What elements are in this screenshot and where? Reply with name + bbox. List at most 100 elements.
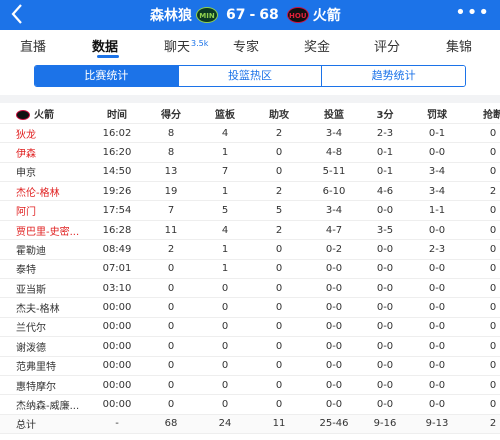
stat-cell: 0 (466, 162, 500, 183)
stat-cell: 0 (252, 336, 306, 357)
stat-cell: 0 (466, 278, 500, 299)
column-header[interactable]: 助攻 (252, 104, 306, 124)
stat-cell: 0-0 (408, 142, 466, 163)
stat-cell: 2 (252, 123, 306, 144)
table-row[interactable]: 杰夫-格林 00:00 0 0 0 0-0 0-0 0-0 0 (0, 297, 500, 318)
stat-cell: 0-0 (408, 336, 466, 357)
tab-data[interactable]: 数据 (92, 36, 118, 55)
total-cell: 9-16 (362, 414, 408, 435)
ellipsis-icon: ••• (455, 2, 490, 23)
column-header[interactable]: 3分 (362, 104, 408, 124)
total-row: 总计 -68 24 11 25-46 9-16 9-13 2 (0, 414, 500, 435)
stat-cell: 0 (466, 123, 500, 144)
table-header-row: 火箭 时间 得分 篮板 助攻 投篮 3分 罚球 抢断 (0, 104, 500, 124)
table-row[interactable]: 杰伦-格林 19:26 19 1 2 6-10 4-6 3-4 2 (0, 181, 500, 202)
total-cell: 11 (252, 414, 306, 435)
player-name[interactable]: 谢泼德 (0, 336, 90, 357)
top-bar: 森林狼 MIN 67 - 68 HOU 火箭 ••• (0, 0, 500, 30)
table-row[interactable]: 兰代尔 00:00 0 0 0 0-0 0-0 0-0 0 (0, 317, 500, 338)
tab-chat[interactable]: 聊天3.5k (164, 36, 208, 55)
player-name[interactable]: 范弗里特 (0, 356, 90, 376)
stat-cell: 0 (144, 375, 198, 396)
tab-live[interactable]: 直播 (20, 36, 46, 55)
total-cell: 2 (466, 414, 500, 435)
stat-cell: 0 (252, 259, 306, 280)
stat-cell: 3-5 (362, 220, 408, 241)
table-row[interactable]: 狄龙 16:02 8 4 2 3-4 2-3 0-1 0 (0, 123, 500, 144)
stat-cell: 0-0 (362, 394, 408, 415)
player-name[interactable]: 亚当斯 (0, 278, 90, 299)
tab-experts[interactable]: 专家 (233, 36, 259, 55)
column-header[interactable]: 抢断 (466, 104, 500, 124)
player-name[interactable]: 杰伦-格林 (0, 181, 90, 202)
stat-cell: 0 (252, 394, 306, 415)
player-name[interactable]: 霍勒迪 (0, 239, 90, 260)
column-header[interactable]: 得分 (144, 104, 198, 124)
tab-bonus[interactable]: 奖金 (304, 36, 330, 55)
stat-cell: 3-4 (408, 162, 466, 183)
player-name[interactable]: 伊森 (0, 142, 90, 163)
stat-cell: 5 (198, 200, 252, 221)
table-row[interactable]: 范弗里特 00:00 0 0 0 0-0 0-0 0-0 0 (0, 356, 500, 376)
stat-cell: 2 (466, 181, 500, 202)
stat-cell: 0-0 (408, 297, 466, 318)
player-name[interactable]: 杰纳森-威廉... (0, 394, 90, 415)
player-name[interactable]: 申京 (0, 162, 90, 183)
tab-highlights[interactable]: 集锦 (446, 36, 472, 55)
player-name[interactable]: 阿门 (0, 200, 90, 221)
table-row[interactable]: 泰特 07:01 0 1 0 0-0 0-0 0-0 0 (0, 259, 500, 280)
stat-cell: 0 (144, 356, 198, 376)
stat-cell: 0-1 (362, 162, 408, 183)
stat-cell: 0 (466, 375, 500, 396)
stat-cell: 0-0 (362, 278, 408, 299)
score-separator: - (249, 7, 256, 23)
table-row[interactable]: 惠特摩尔 00:00 0 0 0 0-0 0-0 0-0 0 (0, 375, 500, 396)
stat-cell: 5-11 (306, 162, 362, 183)
column-header[interactable]: 投篮 (306, 104, 362, 124)
player-name[interactable]: 杰夫-格林 (0, 297, 90, 318)
column-header[interactable]: 时间 (90, 104, 144, 124)
stat-cell: 16:20 (90, 142, 144, 163)
chat-count-badge: 3.5k (191, 38, 209, 48)
stat-cell: 0-0 (306, 336, 362, 357)
segment-game-stats[interactable]: 比赛统计 (35, 66, 178, 86)
back-button[interactable] (10, 3, 32, 27)
stat-cell: 13 (144, 162, 198, 183)
stat-cell: 00:00 (90, 356, 144, 376)
table-row[interactable]: 伊森 16:20 8 1 0 4-8 0-1 0-0 0 (0, 142, 500, 163)
table-row[interactable]: 亚当斯 03:10 0 0 0 0-0 0-0 0-0 0 (0, 278, 500, 299)
player-name[interactable]: 惠特摩尔 (0, 375, 90, 396)
stat-cell: 0-0 (306, 297, 362, 318)
table-row[interactable]: 霍勒迪 08:49 2 1 0 0-2 0-0 2-3 0 (0, 239, 500, 260)
stat-cell: 4-8 (306, 142, 362, 163)
player-name[interactable]: 狄龙 (0, 123, 90, 144)
stat-cell: 16:02 (90, 123, 144, 144)
tab-ratings[interactable]: 评分 (374, 36, 400, 55)
segment-trend-stats[interactable]: 趋势统计 (321, 66, 465, 86)
column-header[interactable]: 罚球 (408, 104, 466, 124)
stat-cell: 2 (252, 181, 306, 202)
table-row[interactable]: 杰纳森-威廉... 00:00 0 0 0 0-0 0-0 0-0 0 (0, 394, 500, 415)
more-button[interactable]: ••• (455, 2, 490, 23)
table-row[interactable]: 申京 14:50 13 7 0 5-11 0-1 3-4 0 (0, 162, 500, 183)
column-header[interactable]: 篮板 (198, 104, 252, 124)
stat-cell: 1 (198, 259, 252, 280)
stat-cell: 08:49 (90, 239, 144, 260)
table-row[interactable]: 谢泼德 00:00 0 0 0 0-0 0-0 0-0 0 (0, 336, 500, 357)
player-name[interactable]: 兰代尔 (0, 317, 90, 338)
stat-cell: 0 (198, 394, 252, 415)
table-row[interactable]: 贾巴里-史密... 16:28 11 4 2 4-7 3-5 0-0 0 (0, 220, 500, 241)
player-name[interactable]: 泰特 (0, 259, 90, 280)
stat-cell: 0-0 (408, 317, 466, 338)
segment-shot-chart[interactable]: 投篮热区 (177, 66, 322, 86)
stat-cell: 0-0 (362, 200, 408, 221)
stat-cell: 8 (144, 142, 198, 163)
stat-cell: 16:28 (90, 220, 144, 241)
player-name[interactable]: 贾巴里-史密... (0, 220, 90, 241)
table-row[interactable]: 阿门 17:54 7 5 5 3-4 0-0 1-1 0 (0, 200, 500, 221)
total-label: 总计 (0, 414, 90, 435)
stat-cell: 0 (198, 297, 252, 318)
chevron-left-icon (11, 4, 22, 24)
team-label: 火箭 (34, 109, 54, 121)
tab-label: 奖金 (304, 40, 331, 55)
